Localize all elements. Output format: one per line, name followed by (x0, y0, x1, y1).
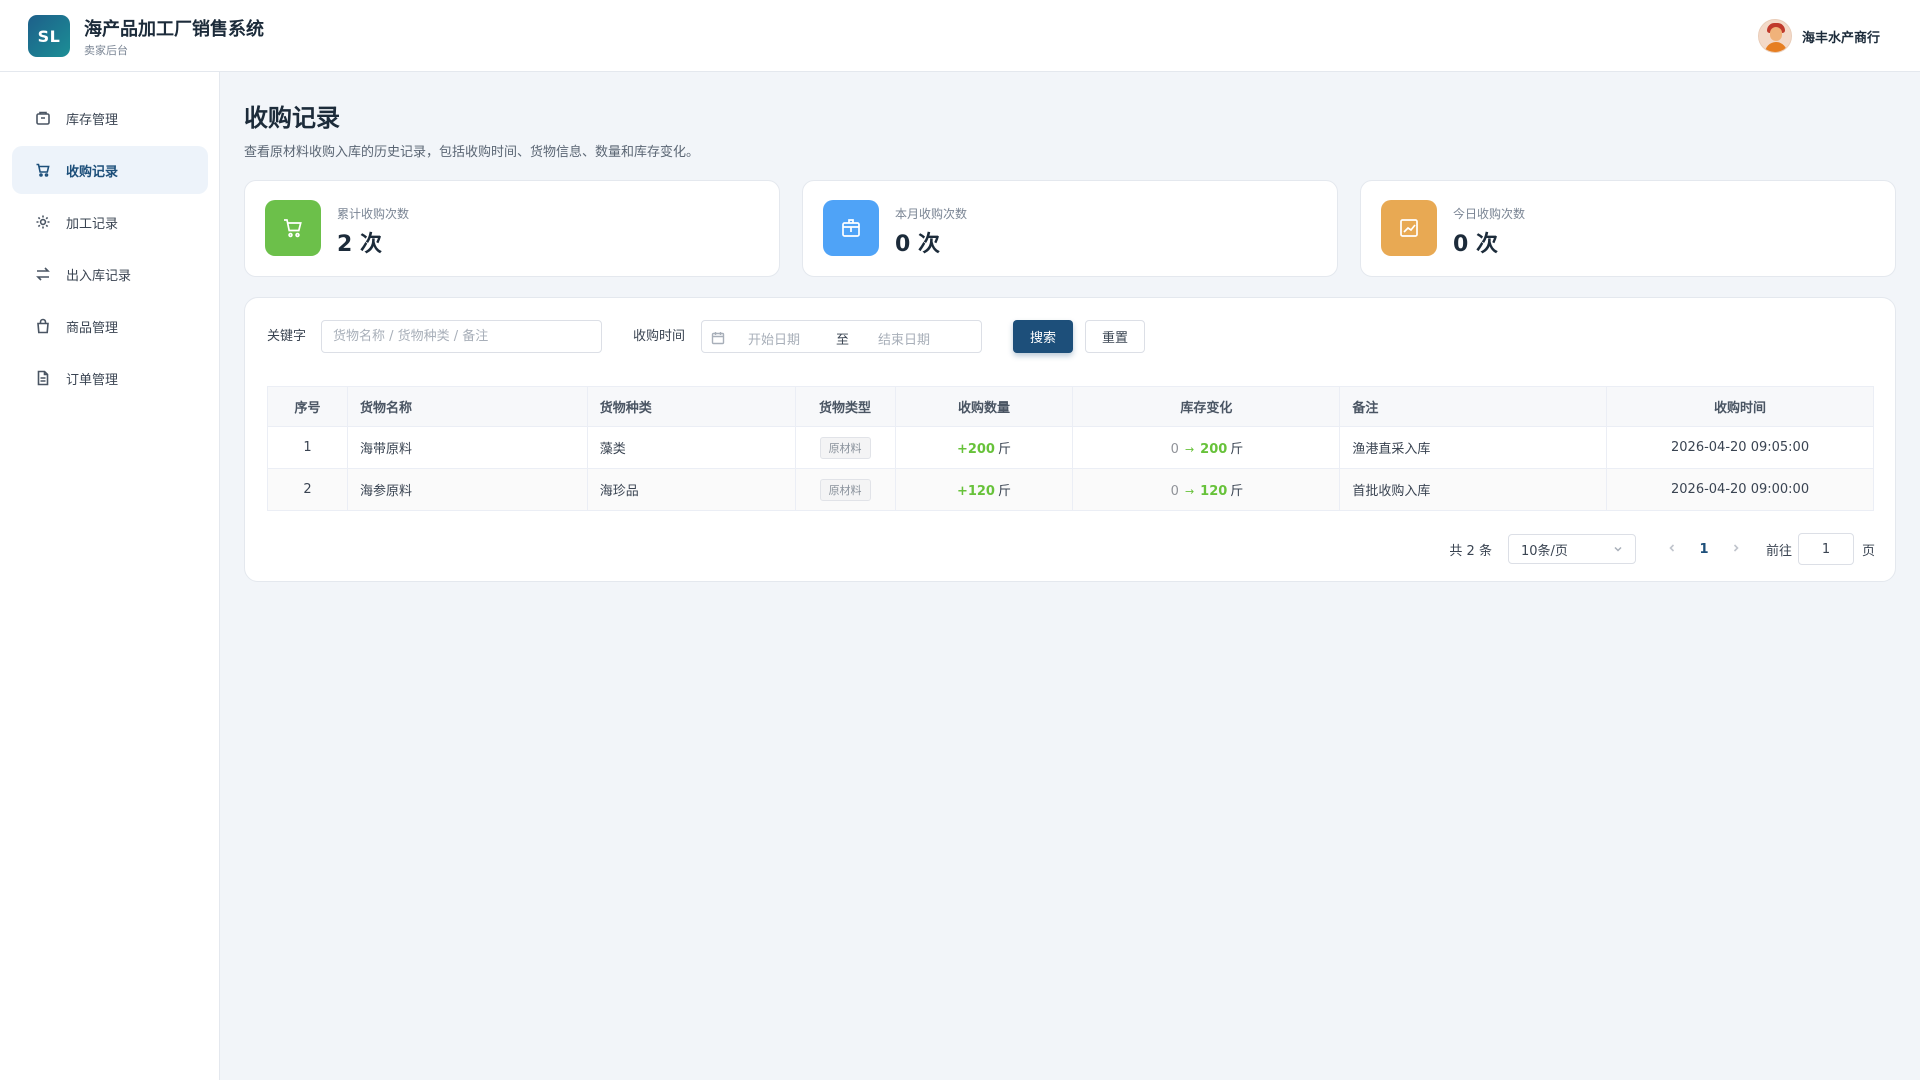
column-header: 序号 (267, 386, 348, 427)
table-header-row: 序号 货物名称 货物种类 货物类型 收购数量 库存变化 备注 收购时间 (267, 386, 1874, 427)
avatar[interactable] (1757, 19, 1792, 53)
page-description: 查看原材料收购入库的历史记录，包括收购时间、货物信息、数量和库存变化。 (244, 145, 700, 160)
user-name[interactable]: 海丰水产商行 (1802, 27, 1880, 46)
calendar-icon (711, 330, 725, 345)
sidebar-item-label: 收购记录 (66, 164, 119, 180)
cart-icon (265, 200, 321, 256)
row-index: 2 (267, 468, 348, 511)
start-date-input[interactable]: 开始日期 (748, 329, 800, 348)
sidebar: 库存管理 收购记录 加工记录 出入库记录 商品管理 订单管理 (0, 72, 220, 1080)
brand-logo[interactable]: SL (28, 15, 70, 57)
note: 渔港直采入库 (1339, 426, 1608, 469)
arrow-right-icon: → (1184, 443, 1195, 456)
sidebar-item-label: 出入库记录 (66, 268, 132, 284)
column-header: 收购时间 (1606, 386, 1874, 427)
stat-label: 本月收购次数 (895, 207, 968, 221)
swap-icon (34, 265, 52, 283)
goods-category: 藻类 (587, 426, 796, 469)
sidebar-item-label: 订单管理 (66, 372, 119, 388)
inventory-icon (34, 109, 52, 127)
stock-change: 0 → 200 斤 (1072, 426, 1341, 469)
sidebar-item-label: 商品管理 (66, 320, 119, 336)
page-title: 收购记录 (244, 104, 340, 132)
stock-change: 0 → 120 斤 (1072, 468, 1341, 511)
sidebar-item-label: 加工记录 (66, 216, 119, 232)
sidebar-item-order-management[interactable]: 订单管理 (12, 354, 208, 402)
column-header: 货物名称 (346, 386, 588, 427)
keyword-input[interactable] (321, 320, 602, 353)
brand-subtitle: 卖家后台 (84, 44, 128, 57)
column-header: 收购数量 (894, 386, 1074, 427)
goods-name: 海参原料 (347, 468, 588, 511)
sidebar-item-label: 库存管理 (66, 112, 119, 128)
goto-page-input[interactable] (1797, 533, 1854, 565)
column-header: 库存变化 (1072, 386, 1341, 427)
chevron-down-icon (1614, 546, 1622, 552)
page-unit: 页 (1861, 543, 1875, 559)
purchase-time: 2026-04-20 09:05:00 (1606, 426, 1874, 469)
stat-label: 今日收购次数 (1453, 207, 1526, 221)
note: 首批收购入库 (1339, 468, 1608, 511)
purchase-qty: +200 斤 (956, 442, 1011, 457)
end-date-input[interactable]: 结束日期 (878, 329, 930, 348)
prev-page-button[interactable] (1660, 542, 1684, 557)
page-size-select[interactable]: 10条/页 (1507, 534, 1636, 564)
bag-icon (34, 317, 52, 335)
cart-icon (34, 161, 52, 179)
goods-category: 海珍品 (587, 468, 796, 511)
document-icon (34, 369, 52, 387)
current-page[interactable]: 1 (1690, 542, 1718, 557)
stat-value: 0 次 (1453, 232, 1498, 257)
purchase-qty: +120 斤 (956, 484, 1011, 499)
chart-icon (1381, 200, 1437, 256)
range-separator: 至 (836, 333, 850, 348)
stat-card-month: 本月收购次数 0 次 (802, 180, 1338, 277)
chevron-left-icon (1669, 543, 1675, 552)
table-row: 2 海参原料 海珍品 原材料 +120 斤 0 → 120 斤 首批收购入库 2026-… (267, 468, 1874, 511)
brand-title: 海产品加工厂销售系统 (84, 19, 264, 40)
table-row: 1 海带原料 藻类 原材料 +200 斤 0 → 200 斤 渔港直采入库 2026-0… (267, 426, 1874, 469)
sidebar-item-product-management[interactable]: 商品管理 (12, 302, 208, 350)
top-header: SL 海产品加工厂销售系统 卖家后台 海丰水产商行 (0, 0, 1920, 72)
pagination: 共 2 条 10条/页 1 前往 页 (1449, 533, 1875, 565)
goto-label: 前往 (1765, 543, 1792, 559)
purchase-time: 2026-04-20 09:00:00 (1606, 468, 1874, 511)
sidebar-item-purchase-records[interactable]: 收购记录 (12, 146, 208, 194)
records-panel: 关键字 收购时间 开始日期 至 结束日期 搜索 重置 序号 货物名称 货物种类 … (244, 297, 1896, 582)
sidebar-item-inventory[interactable]: 库存管理 (12, 94, 208, 142)
stat-label: 累计收购次数 (337, 207, 410, 221)
purchase-records-table: 序号 货物名称 货物种类 货物类型 收购数量 库存变化 备注 收购时间 1 海带… (267, 386, 1874, 511)
arrow-right-icon: → (1184, 485, 1195, 498)
reset-button[interactable]: 重置 (1085, 320, 1145, 353)
total-count: 共 2 条 (1449, 543, 1492, 559)
user-menu[interactable]: 海丰水产商行 (1757, 19, 1880, 53)
box-icon (823, 200, 879, 256)
column-header: 货物种类 (586, 386, 796, 427)
goods-name: 海带原料 (347, 426, 588, 469)
keyword-label: 关键字 (267, 329, 307, 344)
stat-value: 0 次 (895, 232, 940, 257)
column-header: 货物类型 (794, 386, 896, 427)
goods-type-tag: 原材料 (819, 436, 871, 459)
gear-icon (34, 213, 52, 231)
sidebar-item-processing-records[interactable]: 加工记录 (12, 198, 208, 246)
page-size-value: 10条/页 (1520, 543, 1568, 559)
date-range-picker[interactable]: 开始日期 至 结束日期 (701, 320, 982, 353)
row-index: 1 (267, 426, 348, 469)
purchase-time-label: 收购时间 (633, 329, 686, 344)
chevron-right-icon (1733, 543, 1739, 552)
sidebar-item-stock-io-records[interactable]: 出入库记录 (12, 250, 208, 298)
search-button[interactable]: 搜索 (1013, 320, 1073, 353)
stat-card-today: 今日收购次数 0 次 (1360, 180, 1896, 277)
stat-value: 2 次 (337, 232, 382, 257)
column-header: 备注 (1339, 386, 1608, 427)
goods-type-tag: 原材料 (819, 478, 871, 501)
next-page-button[interactable] (1724, 542, 1748, 557)
stat-card-total: 累计收购次数 2 次 (244, 180, 780, 277)
